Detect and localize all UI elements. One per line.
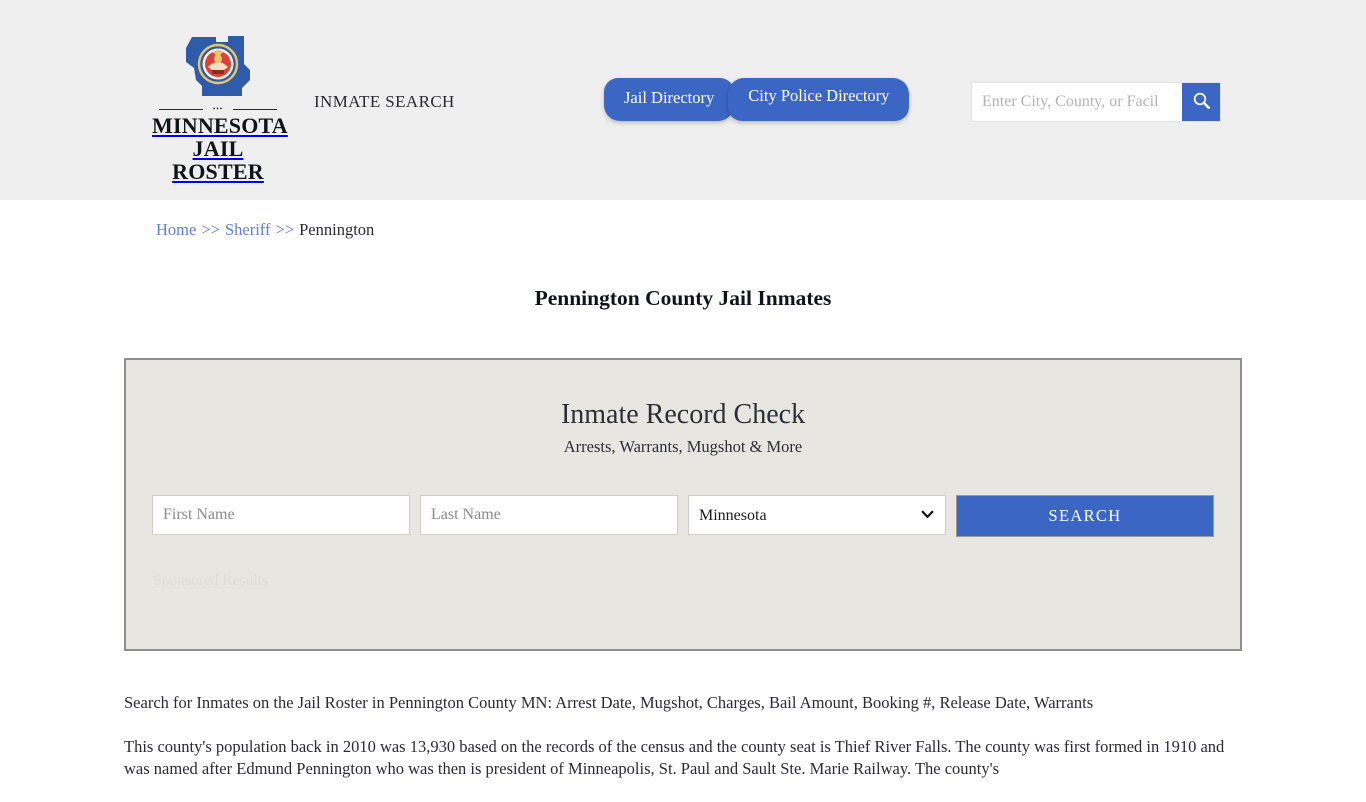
content-paragraph: This county's population back in 2010 wa… — [124, 736, 1244, 780]
breadcrumb-item-current: Pennington — [299, 220, 374, 239]
inmate-record-check-widget: Inmate Record Check Arrests, Warrants, M… — [124, 358, 1242, 651]
header-nav: Jail Directory City Police Directory — [604, 78, 909, 121]
search-icon — [1192, 91, 1211, 113]
inmate-search-form: Minnesota SEARCH — [152, 495, 1216, 537]
state-select-wrapper: Minnesota — [688, 495, 946, 535]
last-name-input[interactable] — [420, 495, 678, 535]
city-police-directory-button[interactable]: City Police Directory — [728, 78, 909, 121]
logo-dots: ••• — [213, 107, 223, 112]
breadcrumb-separator: >> — [201, 220, 220, 239]
state-select[interactable]: Minnesota — [688, 495, 946, 535]
first-name-input[interactable] — [152, 495, 410, 535]
site-header: ••• MINNESOTA JAIL ROSTER INMATE SEARCH … — [0, 0, 1366, 200]
logo-text-line2: JAIL ROSTER — [152, 137, 284, 183]
header-search-input[interactable] — [972, 83, 1182, 121]
widget-subtitle: Arrests, Warrants, Mugshot & More — [126, 437, 1240, 457]
widget-search-button[interactable]: SEARCH — [956, 495, 1214, 537]
logo-divider: ••• — [159, 106, 277, 113]
header-search-button[interactable] — [1182, 83, 1220, 121]
site-logo[interactable]: ••• MINNESOTA JAIL ROSTER — [152, 34, 284, 183]
page-content: Search for Inmates on the Jail Roster in… — [124, 692, 1244, 802]
widget-title: Inmate Record Check — [126, 399, 1240, 431]
jail-directory-button[interactable]: Jail Directory — [604, 78, 734, 121]
breadcrumb-separator: >> — [275, 220, 294, 239]
breadcrumb-item-sheriff[interactable]: Sheriff — [225, 220, 271, 239]
minnesota-state-seal-icon — [152, 34, 284, 104]
sponsored-results-label: Sponsored Results — [153, 572, 1240, 590]
site-tagline: INMATE SEARCH — [314, 92, 455, 112]
header-search-bar — [971, 82, 1221, 122]
page-title: Pennington County Jail Inmates — [0, 286, 1366, 311]
breadcrumb: Home>>Sheriff>>Pennington — [156, 220, 374, 240]
breadcrumb-item-home[interactable]: Home — [156, 220, 196, 239]
logo-text-line1: MINNESOTA — [152, 114, 284, 137]
content-paragraph: Search for Inmates on the Jail Roster in… — [124, 692, 1244, 714]
